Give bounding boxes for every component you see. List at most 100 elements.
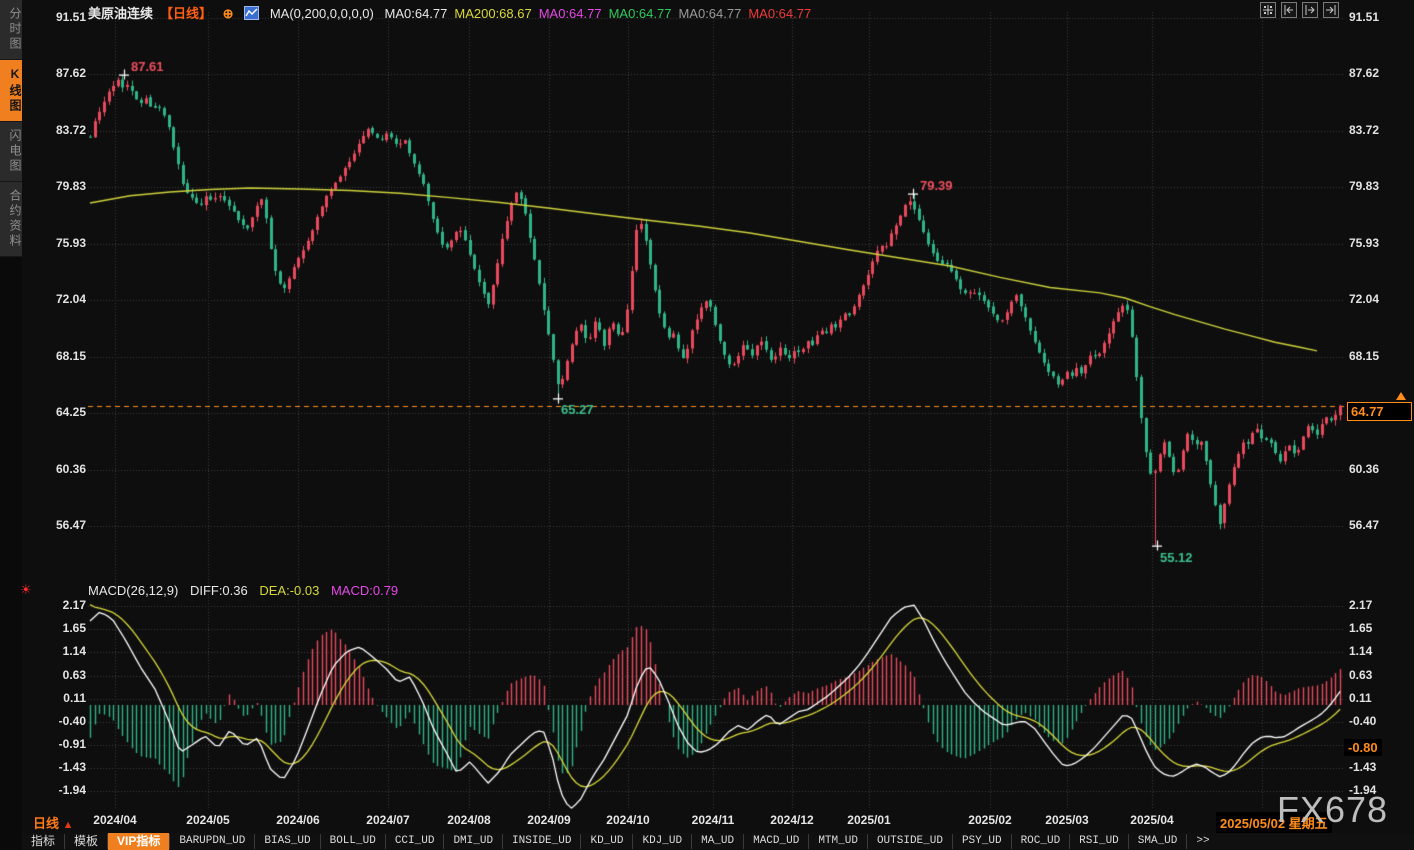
- macd-header: MACD(26,12,9) DIFF:0.36 DEA:-0.03 MACD:0…: [88, 583, 406, 598]
- axis-tick-label: 75.93: [1349, 236, 1379, 250]
- axis-tick-label: 64.25: [56, 405, 86, 419]
- toolbar-item-cciud[interactable]: CCI_UD: [386, 833, 444, 850]
- toolbar-item-mtmud[interactable]: MTM_UD: [809, 833, 867, 850]
- chart-header: 美原油连续【日线】 ⊕ MA(0,200,0,0,0,0) MA0:64.77M…: [88, 3, 825, 22]
- period-selector[interactable]: 日线 ▲: [33, 813, 74, 832]
- axis-tick-label: 68.15: [1349, 349, 1379, 363]
- sidebar-tab-lightning[interactable]: 闪电图: [0, 122, 22, 182]
- compress-left-icon[interactable]: [1281, 2, 1297, 18]
- axis-tick-label: 60.36: [1349, 462, 1379, 476]
- toolbar-item-[interactable]: 指标: [22, 833, 64, 850]
- toolbar-item-kdud[interactable]: KD_UD: [581, 833, 632, 850]
- period-label: 【日线】: [160, 6, 212, 21]
- indicator-settings-icon[interactable]: ☀: [20, 582, 32, 598]
- left-sidebar: 分时图 K线图 闪电图 合约资料: [0, 0, 22, 850]
- axis-tick-label: 0.11: [1349, 691, 1372, 705]
- sidebar-tab-timeshare[interactable]: 分时图: [0, 0, 22, 60]
- x-axis-month-label: 2024/05: [186, 813, 229, 827]
- x-axis-month-label: 2025/04: [1130, 813, 1173, 827]
- toolbar-item-barupdnud[interactable]: BARUPDN_UD: [170, 833, 254, 850]
- axis-tick-label: 1.14: [1349, 644, 1372, 658]
- axis-tick-label: 72.04: [56, 292, 86, 306]
- axis-tick-label: 2.17: [63, 598, 86, 612]
- axis-tick-label: -1.94: [59, 783, 86, 797]
- fx678-watermark: FX678: [1277, 791, 1388, 829]
- symbol-name: 美原油连续: [88, 6, 153, 21]
- axis-tick-label: -1.43: [59, 760, 86, 774]
- toolbar-item-kdjud[interactable]: KDJ_UD: [633, 833, 691, 850]
- axis-tick-label: 87.62: [1349, 66, 1379, 80]
- x-axis-month-label: 2025/01: [847, 813, 890, 827]
- axis-tick-label: -0.40: [1349, 714, 1376, 728]
- ma-settings-text: MA(0,200,0,0,0,0): [270, 6, 374, 21]
- toolbar-item-biasud[interactable]: BIAS_UD: [255, 833, 319, 850]
- x-axis-month-label: 2024/08: [447, 813, 490, 827]
- x-axis-month-label: 2025/02: [968, 813, 1011, 827]
- toolbar-item-vip[interactable]: VIP指标: [108, 833, 169, 850]
- axis-tick-label: 0.11: [63, 691, 86, 705]
- axis-tick-label: 91.51: [1349, 10, 1379, 24]
- macd-value-badge: -0.80: [1344, 739, 1382, 756]
- toolbar-item-[interactable]: 模板: [65, 833, 107, 850]
- axis-tick-label: 83.72: [1349, 123, 1379, 137]
- ma-legend-item-1: MA200:68.67: [454, 6, 531, 21]
- toolbar-item-smaud[interactable]: SMA_UD: [1129, 833, 1187, 850]
- axis-tick-label: 1.65: [1349, 621, 1372, 635]
- sidebar-tab-contract-info[interactable]: 合约资料: [0, 182, 22, 257]
- toolbar-item-rocud[interactable]: ROC_UD: [1012, 833, 1070, 850]
- axis-tick-label: 1.65: [63, 621, 86, 635]
- last-price-badge: 64.77: [1347, 402, 1412, 421]
- axis-tick-label: -1.43: [1349, 760, 1376, 774]
- x-axis-row: 日线 ▲ 2024/04 2024/05 2024/06 2024/07 2024/08…: [0, 812, 1414, 832]
- macd-dea-value: DEA:-0.03: [259, 583, 319, 598]
- toolbar-item-[interactable]: >>: [1187, 833, 1218, 850]
- axis-tick-label: 60.36: [56, 462, 86, 476]
- toolbar-item-bollud[interactable]: BOLL_UD: [321, 833, 385, 850]
- axis-tick-label: 68.15: [56, 349, 86, 363]
- axis-tick-label: 87.62: [56, 66, 86, 80]
- axis-tick-label: 91.51: [56, 10, 86, 24]
- toolbar-item-rsiud[interactable]: RSI_UD: [1070, 833, 1128, 850]
- axis-tick-label: 1.14: [63, 644, 86, 658]
- x-axis-month-label: 2024/10: [606, 813, 649, 827]
- ma-legend-item-0: MA0:64.77: [385, 6, 448, 21]
- axis-tick-label: -0.40: [59, 714, 86, 728]
- ma-legend-item-2: MA0:64.77: [539, 6, 602, 21]
- indicator-toolbar: 指标模板VIP指标BARUPDN_UDBIAS_UDBOLL_UDCCI_UDD…: [22, 833, 1414, 850]
- candlestick-chart-canvas[interactable]: [0, 0, 1414, 850]
- axis-tick-label: 56.47: [56, 518, 86, 532]
- axis-tick-label: -0.91: [59, 737, 86, 751]
- sidebar-tab-kline[interactable]: K线图: [0, 60, 22, 122]
- chart-toolbar-icons: [1260, 2, 1339, 18]
- add-favorite-icon[interactable]: ⊕: [223, 6, 234, 21]
- period-dropdown-arrow-icon: ▲: [63, 819, 74, 831]
- axis-tick-label: 0.63: [63, 668, 86, 682]
- x-axis-month-label: 2024/04: [93, 813, 136, 827]
- x-axis-month-label: 2024/07: [366, 813, 409, 827]
- ma-legend: MA0:64.77 MA200:68.67 MA0:64.77 MA0:64.77 MA…: [385, 6, 819, 21]
- x-axis-month-label: 2024/11: [692, 813, 735, 827]
- toolbar-item-insideud[interactable]: INSIDE_UD: [503, 833, 580, 850]
- x-axis-month-label: 2025/03: [1045, 813, 1088, 827]
- x-axis-month-label: 2024/06: [276, 813, 319, 827]
- macd-macd-value: MACD:0.79: [331, 583, 398, 598]
- ma-legend-item-4: MA0:64.77: [678, 6, 741, 21]
- toolbar-item-macdud[interactable]: MACD_UD: [744, 833, 808, 850]
- ma-legend-item-5: MA0:64.77: [748, 6, 811, 21]
- axis-tick-label: 72.04: [1349, 292, 1379, 306]
- pan-right-icon[interactable]: [1323, 2, 1339, 18]
- ma-indicator-icon[interactable]: [244, 6, 259, 20]
- axis-tick-label: 75.93: [56, 236, 86, 250]
- axis-tick-label: 56.47: [1349, 518, 1379, 532]
- toolbar-item-outsideud[interactable]: OUTSIDE_UD: [868, 833, 952, 850]
- last-price-arrow-icon: [1396, 392, 1406, 400]
- macd-formula: MACD(26,12,9): [88, 583, 178, 598]
- compress-right-icon[interactable]: [1302, 2, 1318, 18]
- axis-tick-label: 83.72: [56, 123, 86, 137]
- toolbar-item-psyud[interactable]: PSY_UD: [953, 833, 1011, 850]
- x-axis-month-label: 2024/09: [527, 813, 570, 827]
- toolbar-item-dmiud[interactable]: DMI_UD: [444, 833, 502, 850]
- move-tool-icon[interactable]: [1260, 2, 1276, 18]
- toolbar-item-maud[interactable]: MA_UD: [692, 833, 743, 850]
- axis-tick-label: 79.83: [56, 179, 86, 193]
